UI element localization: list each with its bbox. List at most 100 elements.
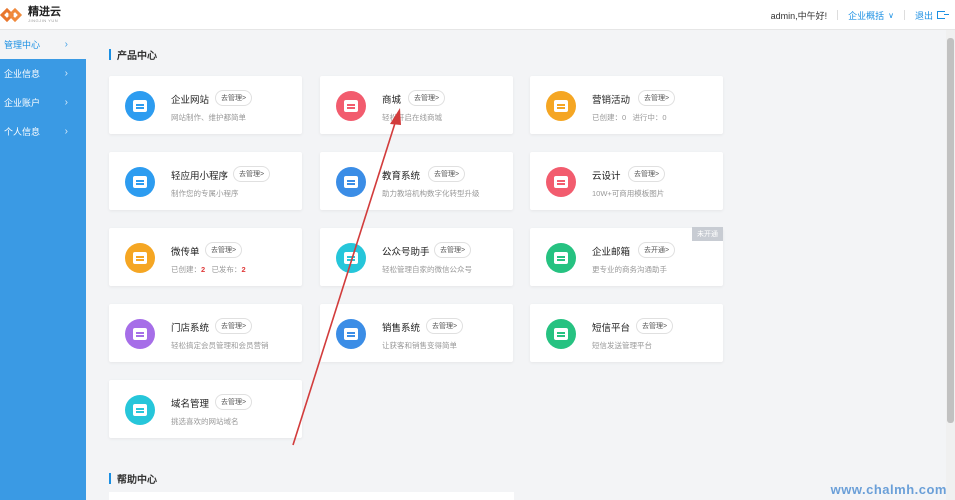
sidebar-item-label: 个人信息 xyxy=(4,127,41,137)
created-label: 已创建： xyxy=(171,265,201,274)
card-desc: 短信发送管理平台 xyxy=(592,341,652,350)
calendar-icon xyxy=(546,91,576,121)
store-icon xyxy=(125,319,155,349)
divider xyxy=(837,10,839,20)
status-badge: 未开通 xyxy=(692,227,723,241)
manage-button[interactable]: 去管理> xyxy=(408,90,446,106)
card-flyer[interactable]: 微传单 去管理> 已创建：2 已发布：2 xyxy=(109,228,302,286)
card-marketing[interactable]: 营销活动 去管理> 已创建：0 进行中：0 xyxy=(530,76,723,134)
manage-button[interactable]: 去管理> xyxy=(215,394,253,410)
manage-button[interactable]: 去管理> xyxy=(233,166,271,182)
divider xyxy=(903,10,905,20)
manage-button[interactable]: 去管理> xyxy=(215,318,253,334)
manage-button[interactable]: 去管理> xyxy=(428,166,466,182)
sidebar-item-management-center[interactable]: 管理中心 › xyxy=(0,30,86,59)
activate-button[interactable]: 去开通> xyxy=(638,242,676,258)
website-icon xyxy=(125,91,155,121)
sidebar-item-label: 管理中心 xyxy=(4,40,41,50)
manage-button[interactable]: 去管理> xyxy=(628,166,666,182)
domain-icon xyxy=(125,395,155,425)
manage-button[interactable]: 去管理> xyxy=(205,242,243,258)
mail-icon xyxy=(546,243,576,273)
watermark: www.chalmh.com xyxy=(830,482,947,497)
section-bar xyxy=(109,473,111,484)
chat-icon xyxy=(336,243,366,273)
book-icon xyxy=(336,167,366,197)
chevron-right-icon: › xyxy=(64,68,68,79)
section-title-help: 帮助中心 xyxy=(109,471,157,486)
card-enterprise-mail[interactable]: 企业邮箱 去开通> 更专业的商务沟通助手 未开通 xyxy=(530,227,723,286)
card-official-account[interactable]: 公众号助手 去管理> 轻松管理自家的微信公众号 xyxy=(320,228,513,286)
chevron-right-icon: › xyxy=(64,39,68,50)
card-desc: 更专业的商务沟通助手 xyxy=(592,265,667,274)
overview-label: 企业概括 xyxy=(848,10,885,21)
section-bar xyxy=(109,49,111,60)
published-count: 2 xyxy=(241,265,246,274)
flyer-icon xyxy=(125,243,155,273)
help-card xyxy=(109,492,514,500)
card-domain-management[interactable]: 域名管理 去管理> 挑选喜欢的网站域名 xyxy=(109,380,302,438)
card-company-website[interactable]: 企业网站 去管理> 网站制作、维护都简单 xyxy=(109,76,302,134)
sidebar-item-label: 企业信息 xyxy=(4,69,41,79)
manage-button[interactable]: 去管理> xyxy=(638,90,676,106)
sidebar-item-company-account[interactable]: 企业账户 › xyxy=(0,88,86,117)
logo-name: 精进云 xyxy=(28,5,61,18)
logout-icon xyxy=(937,11,949,19)
card-sales-system[interactable]: 销售系统 去管理> 让获客和销售变得简单 xyxy=(320,304,513,362)
card-name: 公众号助手 xyxy=(382,247,430,258)
card-name: 门店系统 xyxy=(171,323,210,334)
image-icon xyxy=(546,167,576,197)
card-desc: 制作您的专属小程序 xyxy=(171,189,239,198)
created-count: 2 xyxy=(201,265,206,274)
card-store-system[interactable]: 门店系统 去管理> 轻松搞定会员管理和会员营销 xyxy=(109,304,302,362)
card-sms-platform[interactable]: 短信平台 去管理> 短信发送管理平台 xyxy=(530,304,723,362)
scrollbar-thumb[interactable] xyxy=(947,38,954,423)
logo-icon xyxy=(0,6,23,24)
top-bar: 精进云 JINGJIN YUN admin,中午好! 企业概括 ∨ 退出 xyxy=(0,0,955,30)
logout-button[interactable]: 退出 xyxy=(914,9,949,22)
card-name: 教育系统 xyxy=(382,171,421,182)
card-desc: 轻松搞定会员管理和会员营销 xyxy=(171,341,269,350)
manage-button[interactable]: 去管理> xyxy=(426,318,464,334)
card-name: 域名管理 xyxy=(171,399,210,410)
chevron-down-icon: ∨ xyxy=(888,10,894,20)
chevron-right-icon: › xyxy=(64,97,68,108)
card-cloud-design[interactable]: 云设计 去管理> 10W+可商用模板图片 xyxy=(530,152,723,210)
logout-label: 退出 xyxy=(914,10,933,21)
card-name: 云设计 xyxy=(592,171,621,182)
running-count: 进行中：0 xyxy=(632,113,667,122)
logo-subtitle: JINGJIN YUN xyxy=(28,17,59,23)
published-label: 已发布： xyxy=(211,265,242,274)
card-desc: 轻松管理自家的微信公众号 xyxy=(382,265,472,274)
manage-button[interactable]: 去管理> xyxy=(434,242,472,258)
section-title-text: 产品中心 xyxy=(117,51,157,62)
shopping-bag-icon xyxy=(336,91,366,121)
logo[interactable]: 精进云 JINGJIN YUN xyxy=(0,5,61,24)
card-desc: 已创建：2 已发布：2 xyxy=(171,264,246,275)
card-education[interactable]: 教育系统 去管理> 助力教培机构数字化转型升级 xyxy=(320,152,513,210)
main-content: 产品中心 企业网站 去管理> 网站制作、维护都简单 商城 去管理> 轻松开启在线… xyxy=(86,30,946,500)
card-name: 营销活动 xyxy=(592,95,631,106)
sidebar: 管理中心 › 企业信息 › 企业账户 › 个人信息 › xyxy=(0,30,86,500)
manage-button[interactable]: 去管理> xyxy=(636,318,674,334)
manage-button[interactable]: 去管理> xyxy=(215,90,253,106)
section-title-text: 帮助中心 xyxy=(117,475,157,486)
overview-dropdown[interactable]: 企业概括 ∨ xyxy=(848,9,894,22)
card-desc: 助力教培机构数字化转型升级 xyxy=(382,189,480,198)
card-desc: 10W+可商用模板图片 xyxy=(592,189,665,198)
card-mall[interactable]: 商城 去管理> 轻松开启在线商城 xyxy=(320,76,513,134)
chevron-right-icon: › xyxy=(64,126,68,137)
card-desc: 挑选喜欢的网站域名 xyxy=(171,417,239,426)
card-mini-program[interactable]: 轻应用小程序 去管理> 制作您的专属小程序 xyxy=(109,152,302,210)
sidebar-item-company-info[interactable]: 企业信息 › xyxy=(0,59,86,88)
card-name: 商城 xyxy=(382,95,402,106)
sidebar-item-personal-info[interactable]: 个人信息 › xyxy=(0,117,86,146)
vertical-scrollbar[interactable] xyxy=(946,30,955,500)
sidebar-item-label: 企业账户 xyxy=(4,98,41,108)
card-name: 轻应用小程序 xyxy=(171,171,229,182)
list-icon xyxy=(336,319,366,349)
card-name: 企业邮箱 xyxy=(592,247,631,258)
card-name: 企业网站 xyxy=(171,95,210,106)
card-name: 微传单 xyxy=(171,247,200,258)
card-name: 销售系统 xyxy=(382,323,421,334)
